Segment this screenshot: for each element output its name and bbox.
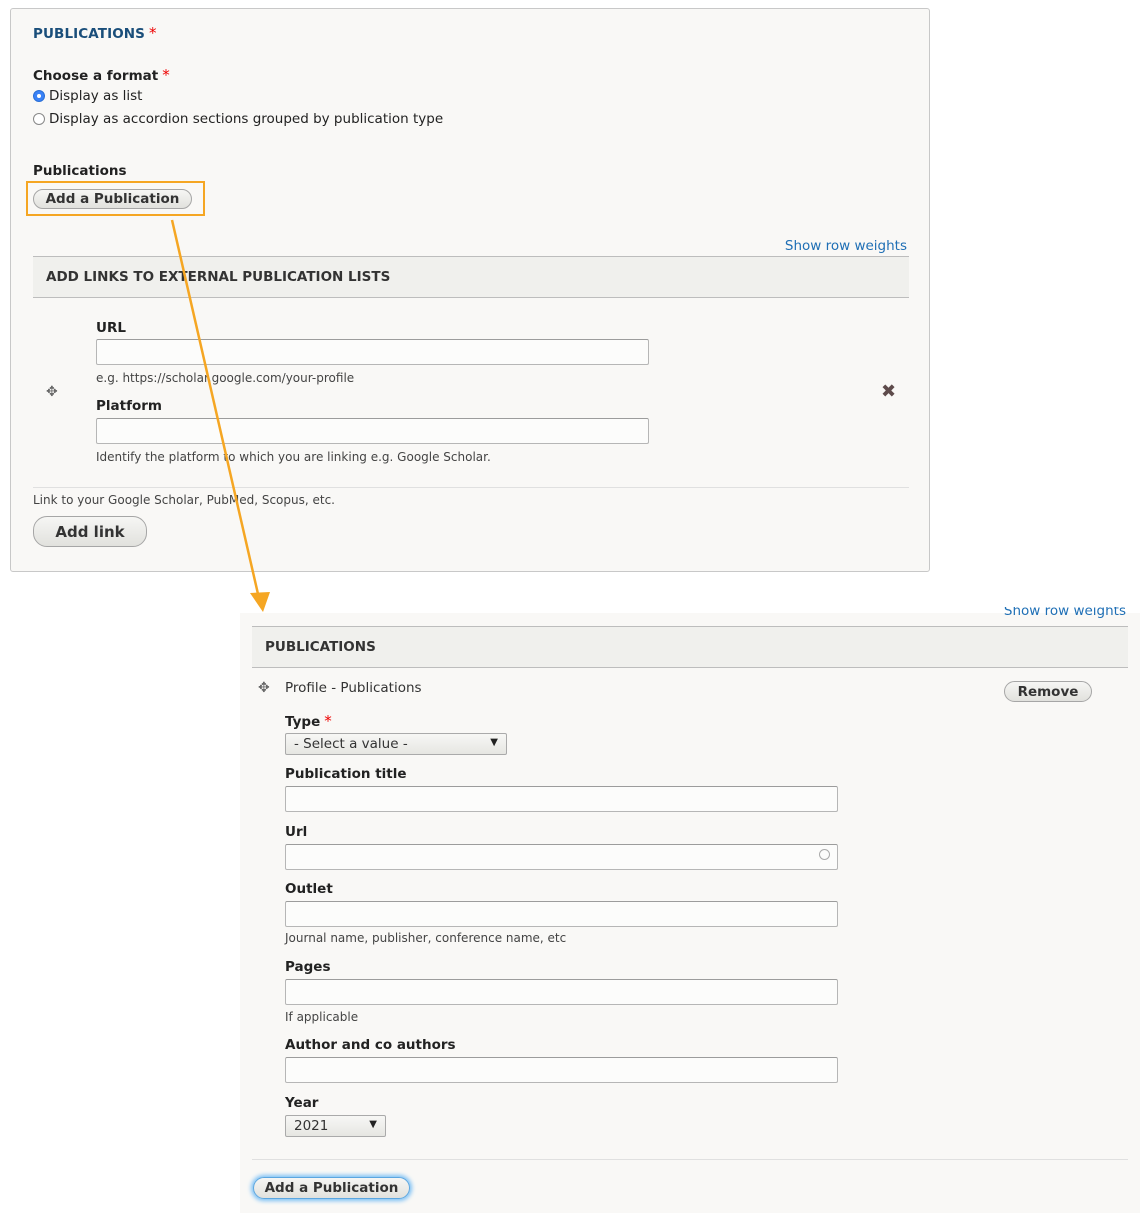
publications-fieldset: PUBLICATIONS * Choose a format * Display a… [10, 8, 930, 572]
add-link-button[interactable]: Add link [33, 516, 147, 547]
publications-table-header: PUBLICATIONS [252, 626, 1128, 668]
year-select[interactable]: 2021 ▼ [285, 1115, 386, 1137]
choose-format-label: Choose a format * [33, 66, 170, 84]
drag-handle-icon[interactable]: ✥ [258, 680, 270, 696]
show-row-weights-link[interactable]: Show row weights [1004, 607, 1126, 619]
year-label: Year [285, 1095, 319, 1111]
type-select[interactable]: - Select a value - ▼ [285, 733, 507, 755]
drag-handle-icon[interactable]: ✥ [46, 384, 58, 400]
platform-input[interactable] [96, 418, 649, 444]
url-description: e.g. https://scholar.google.com/your-pro… [96, 371, 355, 385]
required-marker: * [149, 24, 157, 42]
radio-button-checked[interactable] [33, 90, 45, 102]
url-input[interactable] [285, 844, 838, 870]
external-links-description: Link to your Google Scholar, PubMed, Sco… [33, 493, 335, 507]
divider [33, 487, 909, 488]
remove-row-x-icon[interactable]: ✖ [881, 381, 896, 402]
type-label: Type * [285, 712, 332, 730]
dropdown-caret-icon: ▼ [369, 1119, 377, 1130]
radio-display-accordion[interactable]: Display as accordion sections grouped by… [33, 111, 443, 127]
publications-legend: PUBLICATIONS * [33, 24, 157, 42]
dropdown-caret-icon: ▼ [490, 737, 498, 748]
required-marker: * [162, 66, 170, 84]
pages-label: Pages [285, 959, 331, 975]
outlet-description: Journal name, publisher, conference name… [285, 931, 567, 945]
outlet-label: Outlet [285, 881, 333, 897]
divider [252, 1159, 1128, 1160]
outlet-input[interactable] [285, 901, 838, 927]
pages-input[interactable] [285, 979, 838, 1005]
publications-table-panel: Show row weights PUBLICATIONS ✥ Profile … [240, 607, 1140, 1213]
platform-description: Identify the platform to which you are l… [96, 450, 491, 464]
authors-label: Author and co authors [285, 1037, 456, 1053]
required-marker: * [324, 712, 332, 730]
add-publication-button[interactable]: Add a Publication [253, 1177, 410, 1199]
remove-button[interactable]: Remove [1004, 681, 1092, 702]
autocomplete-throbber-icon [819, 849, 830, 860]
item-title: Profile - Publications [285, 680, 422, 696]
arrow-head [250, 592, 270, 612]
platform-label: Platform [96, 398, 162, 414]
show-row-weights-link[interactable]: Show row weights [785, 238, 907, 254]
publication-title-input[interactable] [285, 786, 838, 812]
add-publication-button[interactable]: Add a Publication [33, 189, 192, 209]
external-links-header: ADD LINKS TO EXTERNAL PUBLICATION LISTS [33, 256, 909, 298]
publication-title-label: Publication title [285, 766, 407, 782]
url-input[interactable] [96, 339, 649, 365]
publications-label: Publications [33, 163, 127, 179]
radio-button[interactable] [33, 113, 45, 125]
url-label: URL [96, 320, 126, 336]
radio-display-list[interactable]: Display as list [33, 88, 142, 104]
url-label: Url [285, 824, 308, 840]
authors-input[interactable] [285, 1057, 838, 1083]
pages-description: If applicable [285, 1010, 359, 1024]
